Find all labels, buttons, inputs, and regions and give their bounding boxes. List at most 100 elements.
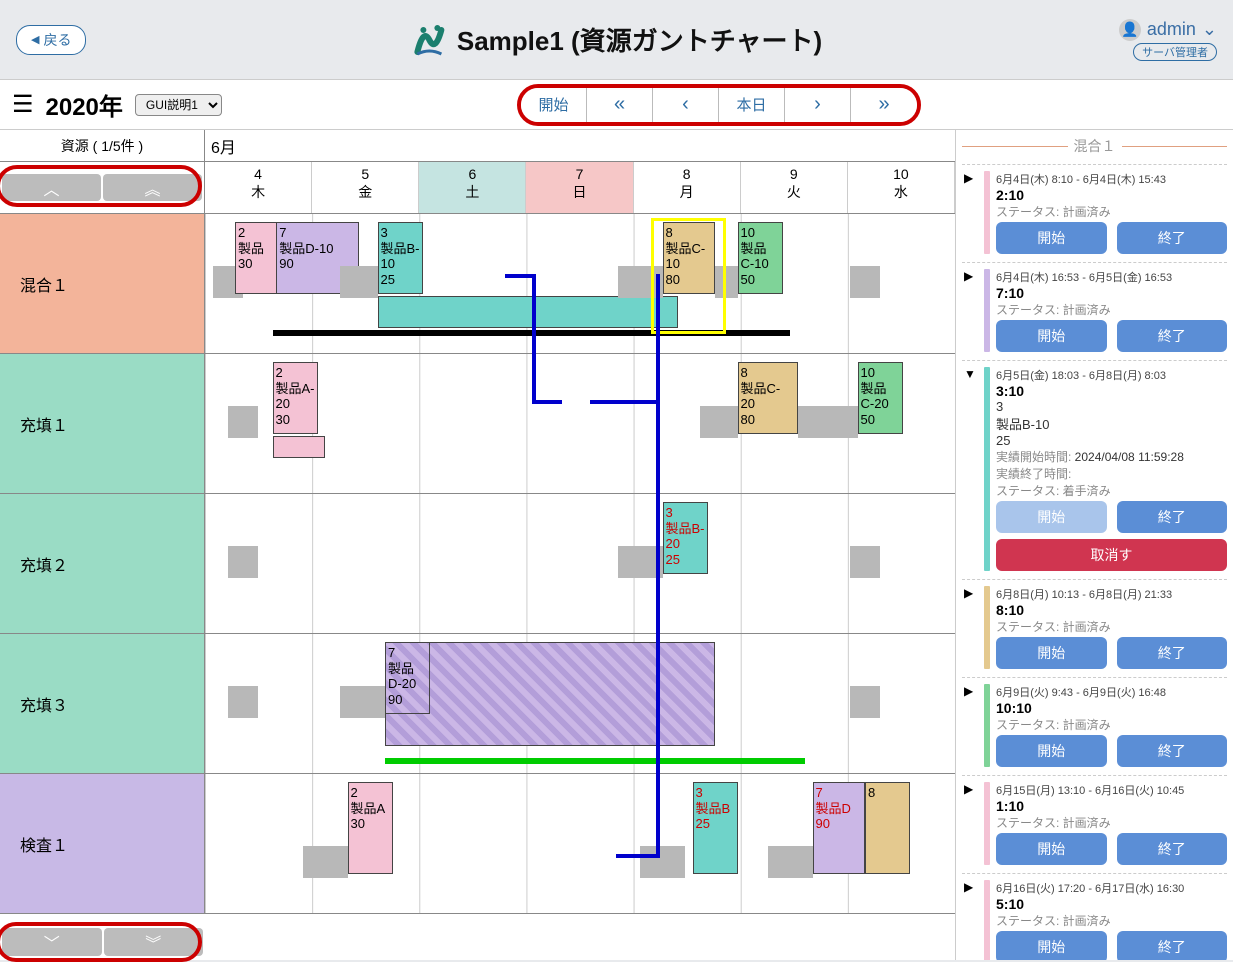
start-button[interactable]: 開始	[996, 931, 1107, 960]
chevron-down-icon: ⌄	[1202, 19, 1217, 40]
scroll-up-single-button[interactable]: ︿	[2, 174, 101, 201]
resource-label[interactable]: 充填３	[0, 634, 205, 773]
scroll-down-page-button[interactable]: ︾	[104, 928, 204, 956]
nav-next-page-button[interactable]: »	[851, 88, 917, 122]
nav-start-button[interactable]: 開始	[521, 88, 587, 122]
back-button[interactable]: 戻る	[16, 25, 86, 55]
card-time: 6月8日(月) 10:13 - 6月8日(月) 21:33	[996, 586, 1227, 602]
resource-track[interactable]: 3製品B-2025	[205, 494, 955, 633]
start-button[interactable]: 開始	[996, 320, 1107, 352]
end-button[interactable]: 終了	[1117, 222, 1228, 254]
task-block[interactable]	[850, 546, 880, 578]
task-block[interactable]: 2製品A-2030	[273, 362, 318, 434]
task-block[interactable]	[273, 436, 326, 458]
scroll-down-buttons: ﹀ ︾	[0, 924, 205, 960]
task-block[interactable]	[228, 686, 258, 718]
scroll-down-single-button[interactable]: ﹀	[2, 928, 102, 956]
task-block[interactable]: 3製品B-2025	[663, 502, 708, 574]
end-button[interactable]: 終了	[1117, 637, 1228, 669]
task-block[interactable]: 2製品A30	[348, 782, 393, 874]
task-block[interactable]	[228, 406, 258, 438]
selection-highlight	[651, 218, 726, 334]
view-select[interactable]: GUI説明1	[135, 94, 222, 116]
resource-label[interactable]: 検査１	[0, 774, 205, 913]
task-block[interactable]: 7製品D-2090	[385, 642, 430, 714]
end-button[interactable]: 終了	[1117, 735, 1228, 767]
card-time: 6月9日(火) 9:43 - 6月9日(火) 16:48	[996, 684, 1227, 700]
task-block[interactable]: 8製品C-2080	[738, 362, 798, 434]
color-stripe	[984, 367, 990, 571]
resource-label[interactable]: 充填１	[0, 354, 205, 493]
resource-label[interactable]: 充填２	[0, 494, 205, 633]
nav-prev-page-button[interactable]: «	[587, 88, 653, 122]
task-block[interactable]: 10製品C-2050	[858, 362, 903, 434]
task-block[interactable]: 3製品B25	[693, 782, 738, 874]
start-button[interactable]: 開始	[996, 222, 1107, 254]
double-chevron-left-icon: «	[614, 93, 625, 116]
task-block[interactable]	[700, 406, 738, 438]
task-block[interactable]	[303, 846, 348, 878]
nav-prev-button[interactable]: ‹	[653, 88, 719, 122]
task-block[interactable]	[385, 642, 715, 746]
detail-card: ▶6月8日(月) 10:13 - 6月8日(月) 21:338:10ステータス:…	[962, 579, 1227, 677]
start-button[interactable]: 開始	[996, 735, 1107, 767]
card-duration: 2:10	[996, 187, 1227, 203]
scroll-up-page-button[interactable]: ︽	[103, 174, 202, 201]
expand-caret[interactable]: ▶	[964, 171, 978, 254]
task-block[interactable]	[850, 686, 880, 718]
dependency-link	[656, 274, 660, 854]
double-chevron-right-icon: »	[878, 93, 889, 116]
detail-title: 混合１	[962, 136, 1227, 156]
day-cell: 6土	[419, 162, 526, 213]
card-duration: 5:10	[996, 896, 1227, 912]
start-button[interactable]: 開始	[996, 637, 1107, 669]
task-block[interactable]: 3製品B-1025	[378, 222, 423, 294]
scroll-up-buttons: ︿ ︽	[0, 162, 204, 214]
task-block[interactable]: 7製品D90	[813, 782, 866, 874]
task-block[interactable]	[850, 266, 880, 298]
card-status: ステータス: 計画済み	[996, 301, 1227, 318]
color-stripe	[984, 269, 990, 352]
resource-track[interactable]: 7製品D-2090	[205, 634, 955, 773]
end-button[interactable]: 終了	[1117, 931, 1228, 960]
card-status: ステータス: 計画済み	[996, 618, 1227, 635]
cancel-button[interactable]: 取消す	[996, 539, 1227, 571]
page-title: Sample1 (資源ガントチャート)	[457, 21, 822, 58]
task-block[interactable]: 10製品C-1050	[738, 222, 783, 294]
resource-row: 混合１2製品307製品D-10903製品B-10258製品C-108010製品C…	[0, 214, 955, 354]
color-stripe	[984, 880, 990, 960]
expand-caret[interactable]: ▶	[964, 782, 978, 865]
task-block[interactable]	[340, 266, 378, 298]
end-button[interactable]: 終了	[1117, 833, 1228, 865]
gantt-pane: 資源 ( 1/5件 ) ︿ ︽ 6月 4木5金6土7日8月9火10水 混合１2製…	[0, 130, 955, 960]
menu-icon[interactable]: ☰	[12, 90, 34, 119]
task-block[interactable]	[340, 686, 385, 718]
user-menu[interactable]: 👤 admin ⌄	[1119, 19, 1217, 41]
resource-track[interactable]: 2製品A-2030 8製品C-2080 10製品C-2050	[205, 354, 955, 493]
expand-caret[interactable]: ▶	[964, 586, 978, 669]
task-block[interactable]	[228, 546, 258, 578]
task-block[interactable]: 2製品30	[235, 222, 280, 294]
resource-label[interactable]: 混合１	[0, 214, 205, 353]
end-button[interactable]: 終了	[1117, 320, 1228, 352]
resource-track[interactable]: 2製品A30 3製品B25 7製品D908	[205, 774, 955, 913]
expand-caret[interactable]: ▼	[964, 367, 978, 571]
detail-card: ▶6月4日(木) 16:53 - 6月5日(金) 16:537:10ステータス:…	[962, 262, 1227, 360]
resource-track[interactable]: 2製品307製品D-10903製品B-10258製品C-108010製品C-10…	[205, 214, 955, 353]
day-cell: 8月	[634, 162, 741, 213]
task-block[interactable]	[798, 406, 858, 438]
nav-today-button[interactable]: 本日	[719, 88, 785, 122]
day-header-row: 4木5金6土7日8月9火10水	[205, 162, 955, 214]
end-button[interactable]: 終了	[1117, 501, 1228, 533]
task-block[interactable]	[768, 846, 813, 878]
expand-caret[interactable]: ▶	[964, 684, 978, 767]
task-block[interactable]	[378, 296, 678, 328]
nav-next-button[interactable]: ›	[785, 88, 851, 122]
start-button[interactable]: 開始	[996, 833, 1107, 865]
task-block[interactable]	[640, 846, 685, 878]
task-block[interactable]: 8	[865, 782, 910, 874]
expand-caret[interactable]: ▶	[964, 880, 978, 960]
color-stripe	[984, 586, 990, 669]
expand-caret[interactable]: ▶	[964, 269, 978, 352]
start-button[interactable]: 開始	[996, 501, 1107, 533]
